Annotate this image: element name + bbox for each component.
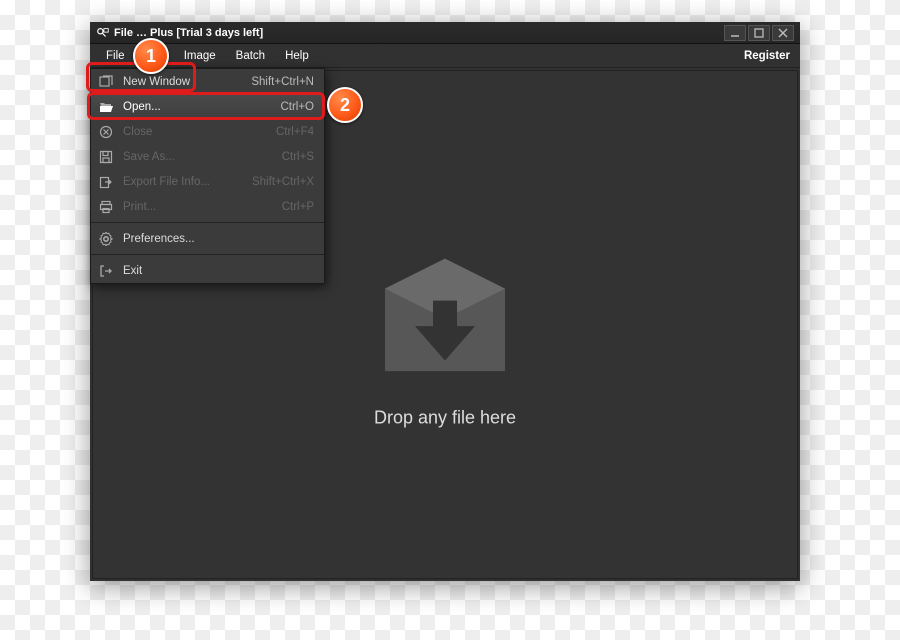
box-download-icon [365,243,525,398]
menu-item-shortcut: Shift+Ctrl+N [251,76,314,88]
menu-item-label: New Window [123,76,251,88]
menu-bar: File E… Image Batch Help Register [90,44,800,68]
print-icon [97,200,115,214]
menu-item-label: Preferences... [123,233,314,245]
menu-item-save-as: Save As... Ctrl+S [91,144,324,169]
menu-file[interactable]: File [96,47,135,65]
menu-item-preferences[interactable]: Preferences... [91,226,324,251]
drop-hint-label: Drop any file here [374,407,516,428]
register-link[interactable]: Register [744,50,794,62]
save-icon [97,150,115,164]
new-window-icon [97,75,115,89]
menu-item-print: Print... Ctrl+P [91,194,324,219]
menu-item-new-window[interactable]: New Window Shift+Ctrl+N [91,69,324,94]
menu-item-exit[interactable]: Exit [91,258,324,283]
menu-separator [91,254,324,255]
menu-batch[interactable]: Batch [226,47,275,65]
file-menu-dropdown: New Window Shift+Ctrl+N Open... Ctrl+O C… [90,68,325,284]
app-icon [96,26,110,40]
menu-item-shortcut: Ctrl+F4 [276,126,314,138]
callout-badge-1: 1 [133,38,169,74]
menu-image[interactable]: Image [174,47,226,65]
menu-item-close: Close Ctrl+F4 [91,119,324,144]
minimize-button[interactable] [724,25,746,41]
close-icon [97,125,115,139]
menu-item-label: Export File Info... [123,176,252,188]
menu-item-label: Open... [123,101,280,113]
menu-item-shortcut: Shift+Ctrl+X [252,176,314,188]
close-button[interactable] [772,25,794,41]
menu-item-label: Print... [123,201,282,213]
menu-item-shortcut: Ctrl+O [280,101,314,113]
callout-badge-2: 2 [327,87,363,123]
maximize-button[interactable] [748,25,770,41]
gear-icon [97,232,115,246]
menu-item-export: Export File Info... Shift+Ctrl+X [91,169,324,194]
menu-item-label: Exit [123,265,314,277]
menu-separator [91,222,324,223]
menu-help[interactable]: Help [275,47,319,65]
window-title: File … Plus [Trial 3 days left] [114,27,263,39]
menu-item-shortcut: Ctrl+P [282,201,314,213]
menu-item-label: Save As... [123,151,282,163]
folder-open-icon [97,100,115,114]
app-window: File … Plus [Trial 3 days left] File E… … [90,22,800,581]
title-bar: File … Plus [Trial 3 days left] [90,22,800,44]
menu-item-shortcut: Ctrl+S [282,151,314,163]
exit-icon [97,264,115,278]
export-icon [97,175,115,189]
menu-item-open[interactable]: Open... Ctrl+O [91,94,324,119]
menu-item-label: Close [123,126,276,138]
